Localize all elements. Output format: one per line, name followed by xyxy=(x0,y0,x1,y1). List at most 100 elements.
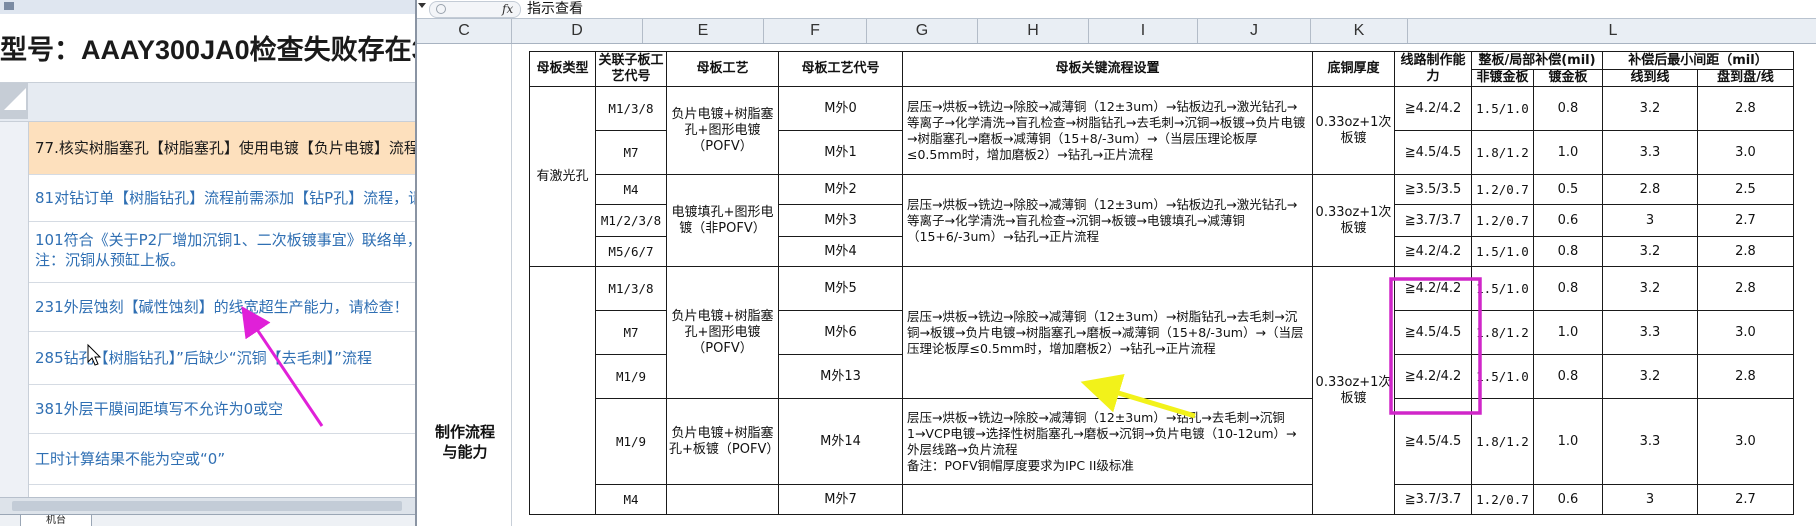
column-header[interactable]: F xyxy=(764,19,867,43)
related-code-cell[interactable]: M4 xyxy=(595,484,667,515)
list-item[interactable]: 381外层干膜间距填写不允许为0或空 xyxy=(29,385,415,434)
key-flow-cell[interactable]: 层压→烘板→铣边→除胶→减薄铜（12±3um）→钻板边孔→激光钻孔→等离子→化学… xyxy=(902,174,1313,267)
key-flow-cell[interactable]: 层压→烘板→铣边→除胶→减薄铜（12±3um）→树脂钻孔→去毛刺→沉铜→板镀→负… xyxy=(902,266,1313,399)
list-item[interactable]: 77.核实树脂塞孔【树脂塞孔】使用电镀【负片电镀】流程 xyxy=(29,122,415,175)
pad-to-pad-cell[interactable]: 2.8 xyxy=(1697,236,1794,267)
capability-cell[interactable]: ≧3.7/3.7 xyxy=(1394,204,1472,237)
gold-cell[interactable]: 1.0 xyxy=(1533,398,1603,485)
base-copper-cell[interactable]: 0.33oz+1次板镀 xyxy=(1312,174,1395,267)
column-header[interactable]: I xyxy=(1089,19,1198,43)
gold-cell[interactable]: 0.6 xyxy=(1533,204,1603,237)
pad-to-pad-cell[interactable]: 2.5 xyxy=(1697,174,1794,205)
zoom-icon[interactable] xyxy=(436,4,446,14)
non-gold-cell[interactable]: 1.2/0.7 xyxy=(1471,174,1534,205)
line-to-line-cell[interactable]: 2.8 xyxy=(1602,174,1698,205)
column-header[interactable]: G xyxy=(867,19,978,43)
related-code-cell[interactable]: M7 xyxy=(595,130,667,175)
non-gold-cell[interactable]: 1.8/1.2 xyxy=(1471,130,1534,175)
line-to-line-cell[interactable]: 3.2 xyxy=(1602,354,1698,399)
list-item[interactable]: 285钻孔【树脂钻孔】”后缺少“沉铜【去毛刺】”流程 xyxy=(29,332,415,385)
capability-cell[interactable]: ≧4.5/4.5 xyxy=(1394,398,1472,485)
pad-to-pad-cell[interactable]: 2.8 xyxy=(1697,86,1794,131)
non-gold-cell[interactable]: 1.5/1.0 xyxy=(1471,354,1534,399)
process-cell[interactable]: 电镀填孔+图形电镀（非POFV） xyxy=(666,174,779,267)
related-code-cell[interactable]: M1/2/3/8 xyxy=(595,204,667,237)
gold-cell[interactable]: 1.0 xyxy=(1533,310,1603,355)
pad-to-pad-cell[interactable]: 3.0 xyxy=(1697,398,1794,485)
insert-function-button[interactable]: fx xyxy=(502,2,513,16)
capability-cell[interactable]: ≧3.5/3.5 xyxy=(1394,174,1472,205)
related-code-cell[interactable]: M1/3/8 xyxy=(595,266,667,311)
horizontal-scrollbar[interactable] xyxy=(0,497,415,514)
pad-to-pad-cell[interactable]: 2.7 xyxy=(1697,204,1794,237)
capability-cell[interactable]: ≧4.2/4.2 xyxy=(1394,266,1472,311)
gold-cell[interactable]: 0.8 xyxy=(1533,354,1603,399)
pad-to-pad-cell[interactable]: 2.8 xyxy=(1697,266,1794,311)
capability-cell[interactable]: ≧4.5/4.5 xyxy=(1394,310,1472,355)
line-to-line-cell[interactable]: 3 xyxy=(1602,484,1698,515)
pad-to-pad-cell[interactable]: 3.0 xyxy=(1697,130,1794,175)
non-gold-cell[interactable]: 1.5/1.0 xyxy=(1471,266,1534,311)
non-gold-cell[interactable]: 1.5/1.0 xyxy=(1471,236,1534,267)
column-header[interactable]: J xyxy=(1198,19,1311,43)
process-code-cell[interactable]: M外5 xyxy=(778,266,903,311)
gold-cell[interactable]: 0.8 xyxy=(1533,86,1603,131)
capability-cell[interactable]: ≧3.7/3.7 xyxy=(1394,484,1472,515)
process-cell[interactable]: 负片电镀+树脂塞孔+板镀（POFV） xyxy=(666,398,779,485)
line-to-line-cell[interactable]: 3.3 xyxy=(1602,310,1698,355)
key-flow-cell[interactable]: 层压→烘板→铣边→除胶→减薄铜（12±3um）→钻板边孔→激光钻孔→等离子→化学… xyxy=(902,86,1313,175)
gold-cell[interactable]: 0.8 xyxy=(1533,266,1603,311)
gold-cell[interactable]: 0.6 xyxy=(1533,484,1603,515)
line-to-line-cell[interactable]: 3.2 xyxy=(1602,236,1698,267)
process-cell[interactable] xyxy=(666,484,779,515)
line-to-line-cell[interactable]: 3.3 xyxy=(1602,130,1698,175)
process-cell[interactable]: 负片电镀+树脂塞孔+图形电镀（POFV） xyxy=(666,86,779,175)
non-gold-cell[interactable]: 1.2/0.7 xyxy=(1471,484,1534,515)
capability-cell[interactable]: ≧4.5/4.5 xyxy=(1394,130,1472,175)
base-copper-cell[interactable]: 0.33oz+1次板镀 xyxy=(1312,266,1395,515)
list-item[interactable]: 101符合《关于P2厂增加沉铜1、二次板镀事宜》联络单， 注：沉铜从预缸上板。 xyxy=(29,222,415,283)
formula-input[interactable]: 指示查看 xyxy=(527,0,583,18)
list-item[interactable]: 231外层蚀刻【碱性蚀刻】的线宽超生产能力，请检查！ xyxy=(29,283,415,332)
capability-cell[interactable]: ≧4.2/4.2 xyxy=(1394,236,1472,267)
column-header[interactable]: C xyxy=(417,19,512,43)
capability-cell[interactable]: ≧4.2/4.2 xyxy=(1394,86,1472,131)
line-to-line-cell[interactable]: 3.2 xyxy=(1602,266,1698,311)
non-gold-cell[interactable]: 1.2/0.7 xyxy=(1471,204,1534,237)
list-item[interactable]: 81对钻订单【树脂钻孔】流程前需添加【钻P孔】流程，请 xyxy=(29,175,415,222)
related-code-cell[interactable]: M7 xyxy=(595,310,667,355)
line-to-line-cell[interactable]: 3 xyxy=(1602,204,1698,237)
line-to-line-cell[interactable]: 3.3 xyxy=(1602,398,1698,485)
key-flow-cell[interactable]: 层压→烘板→铣边→除胶→减薄铜（12±3um）→钻孔→去毛刺→沉铜1→VCP电镀… xyxy=(902,398,1313,485)
base-copper-cell[interactable]: 0.33oz+1次板镀 xyxy=(1312,86,1395,175)
related-code-cell[interactable]: M4 xyxy=(595,174,667,205)
gold-cell[interactable]: 1.0 xyxy=(1533,130,1603,175)
gold-cell[interactable]: 0.5 xyxy=(1533,174,1603,205)
select-all-corner[interactable] xyxy=(0,83,28,119)
related-code-cell[interactable]: M1/3/8 xyxy=(595,86,667,131)
non-gold-cell[interactable]: 1.8/1.2 xyxy=(1471,398,1534,485)
column-header[interactable]: H xyxy=(978,19,1089,43)
process-code-cell[interactable]: M外13 xyxy=(778,354,903,399)
related-code-cell[interactable]: M5/6/7 xyxy=(595,236,667,267)
process-code-cell[interactable]: M外4 xyxy=(778,236,903,267)
process-code-cell[interactable]: M外2 xyxy=(778,174,903,205)
process-cell[interactable]: 负片电镀+树脂塞孔+图形电镀（POFV） xyxy=(666,266,779,399)
namebox-dropdown-icon[interactable] xyxy=(418,3,426,8)
list-item[interactable]: 工时计算结果不能为空或“0” xyxy=(29,434,415,485)
process-code-cell[interactable]: M外6 xyxy=(778,310,903,355)
scrollbar-thumb[interactable] xyxy=(12,501,402,511)
non-gold-cell[interactable]: 1.8/1.2 xyxy=(1471,310,1534,355)
process-code-cell[interactable]: M外14 xyxy=(778,398,903,485)
process-code-cell[interactable]: M外7 xyxy=(778,484,903,515)
process-code-cell[interactable]: M外1 xyxy=(778,130,903,175)
capability-cell[interactable]: ≧4.2/4.2 xyxy=(1394,354,1472,399)
key-flow-cell[interactable] xyxy=(902,484,1313,515)
line-to-line-cell[interactable]: 3.2 xyxy=(1602,86,1698,131)
gold-cell[interactable]: 0.8 xyxy=(1533,236,1603,267)
non-gold-cell[interactable]: 1.5/1.0 xyxy=(1471,86,1534,131)
column-header[interactable]: E xyxy=(643,19,764,43)
pad-to-pad-cell[interactable]: 3.0 xyxy=(1697,310,1794,355)
process-code-cell[interactable]: M外0 xyxy=(778,86,903,131)
pad-to-pad-cell[interactable]: 2.8 xyxy=(1697,354,1794,399)
